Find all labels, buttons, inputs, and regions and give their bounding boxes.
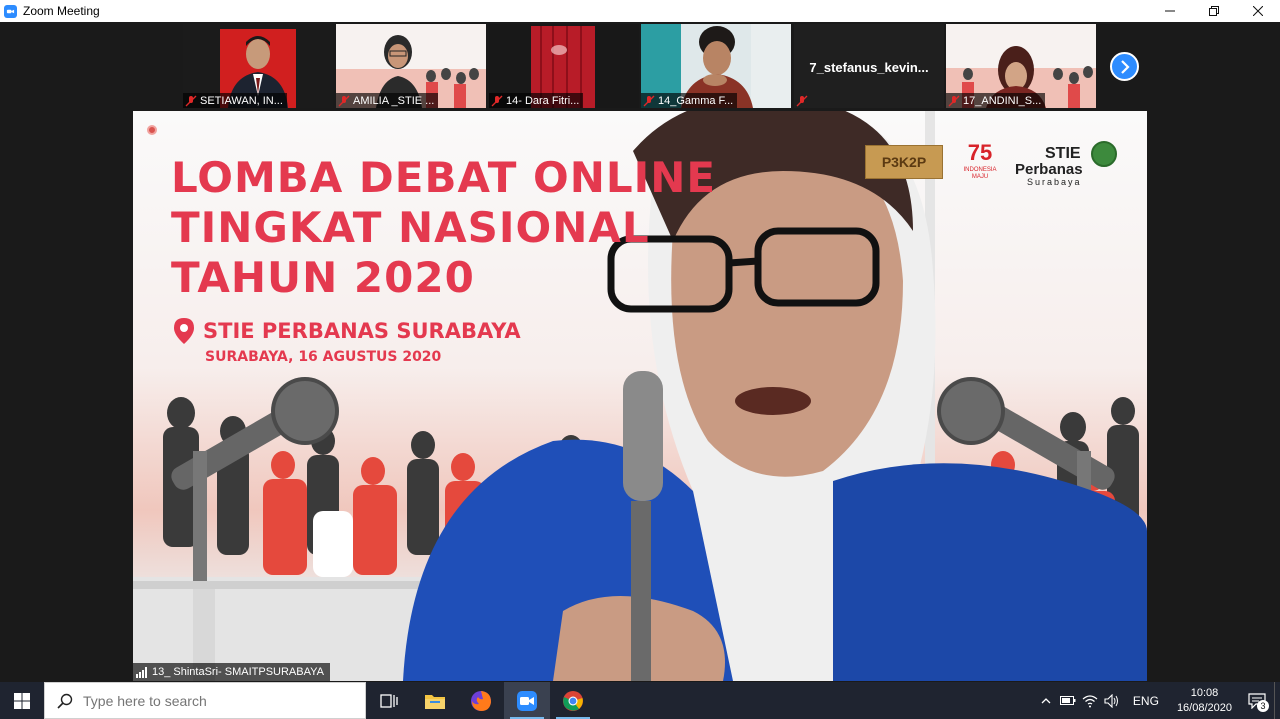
search-icon: [57, 693, 73, 709]
windows-logo-icon: [14, 692, 30, 709]
zoom-icon: [517, 690, 537, 711]
active-speaker-name-tag: 13_ ShintaSri- SMAITPSURABAYA: [133, 663, 330, 681]
zoom-app-icon: [4, 4, 17, 18]
show-hidden-icons-button[interactable]: [1035, 682, 1057, 719]
meeting-area: SETIAWAN, IN... AMILIA _STIE ... 14- Dar…: [0, 22, 1280, 682]
system-tray: ENG 10:08 16/08/2020 3: [1035, 682, 1280, 719]
firefox-icon: [471, 690, 491, 711]
slide-location: STIE PERBANAS SURABAYA: [173, 317, 521, 345]
active-speaker-video[interactable]: LOMBA DEBAT ONLINE TINGKAT NASIONAL TAHU…: [133, 111, 1147, 681]
mic-muted-icon: [185, 95, 197, 107]
participant-thumbnail[interactable]: 14- Dara Fitri...: [489, 24, 639, 108]
volume-button[interactable]: [1101, 682, 1123, 719]
participant-name-tag: [794, 93, 812, 108]
action-center-button[interactable]: 3: [1240, 682, 1274, 719]
participant-name-tag: AMILIA _STIE ...: [336, 93, 439, 108]
battery-icon: [1059, 696, 1076, 705]
participant-thumbnail[interactable]: AMILIA _STIE ...: [336, 24, 486, 108]
chrome-icon: [563, 690, 583, 711]
start-button[interactable]: [0, 682, 44, 719]
participant-thumbnail[interactable]: SETIAWAN, IN...: [183, 24, 333, 108]
location-pin-icon: [174, 318, 194, 344]
participant-name-tag: SETIAWAN, IN...: [183, 93, 287, 108]
mic-muted-icon: [491, 95, 503, 107]
indonesia-maju-logo: 75 INDONESIA MAJU: [963, 140, 997, 180]
folder-icon: [425, 694, 445, 709]
search-input[interactable]: [83, 692, 343, 709]
windows-taskbar: ENG 10:08 16/08/2020 3: [0, 682, 1280, 719]
close-button[interactable]: [1236, 0, 1280, 22]
input-language-button[interactable]: ENG: [1123, 694, 1169, 708]
stie-perbanas-logo: STIE Perbanas Surabaya: [1015, 139, 1119, 187]
network-button[interactable]: [1079, 682, 1101, 719]
chrome-button[interactable]: [550, 682, 596, 719]
participant-name-tag: 14- Dara Fitri...: [489, 93, 584, 108]
chevron-right-icon: [1120, 59, 1130, 74]
slide-headline: LOMBA DEBAT ONLINE TINGKAT NASIONAL TAHU…: [171, 153, 717, 302]
battery-button[interactable]: [1057, 682, 1079, 719]
recording-indicator: [147, 125, 157, 135]
participant-thumbnail[interactable]: 17_ANDINI_S...: [946, 24, 1096, 108]
window-titlebar: Zoom Meeting: [0, 0, 1280, 22]
next-page-button[interactable]: [1110, 52, 1139, 81]
window-controls: [1148, 0, 1280, 22]
firefox-button[interactable]: [458, 682, 504, 719]
mic-muted-icon: [643, 95, 655, 107]
minimize-icon: [1165, 10, 1175, 12]
minimize-button[interactable]: [1148, 0, 1192, 22]
stie-emblem-icon: [1091, 141, 1117, 167]
p3k2p-logo: P3K2P: [865, 145, 943, 179]
participant-name-tag: 17_ANDINI_S...: [946, 93, 1046, 108]
wifi-icon: [1082, 694, 1098, 707]
window-title: Zoom Meeting: [23, 4, 100, 18]
taskbar-search-box[interactable]: [44, 682, 366, 719]
file-explorer-button[interactable]: [412, 682, 458, 719]
task-view-button[interactable]: [366, 682, 412, 719]
mic-muted-icon: [796, 95, 808, 107]
participant-display-name: 7_stefanus_kevin...: [809, 60, 929, 75]
slide-date: SURABAYA, 16 AGUSTUS 2020: [205, 349, 442, 365]
zoom-taskbar-button[interactable]: [504, 682, 550, 719]
chevron-up-icon: [1041, 697, 1051, 703]
notification-badge: 3: [1257, 700, 1269, 712]
show-desktop-button[interactable]: [1274, 682, 1280, 719]
close-icon: [1253, 6, 1263, 16]
mic-muted-icon: [948, 95, 960, 107]
speaker-icon: [1104, 693, 1118, 708]
restore-icon: [1209, 6, 1219, 16]
participant-strip: SETIAWAN, IN... AMILIA _STIE ... 14- Dar…: [0, 22, 1280, 110]
participant-thumbnail[interactable]: 14_Gamma F...: [641, 24, 791, 108]
mic-muted-icon: [338, 95, 350, 107]
participant-thumbnail[interactable]: 7_stefanus_kevin...: [794, 24, 944, 108]
task-view-icon: [380, 693, 398, 708]
taskbar-clock[interactable]: 10:08 16/08/2020: [1169, 686, 1240, 716]
signal-strength-icon: [136, 666, 147, 678]
restore-button[interactable]: [1192, 0, 1236, 22]
participant-name-tag: 14_Gamma F...: [641, 93, 738, 108]
